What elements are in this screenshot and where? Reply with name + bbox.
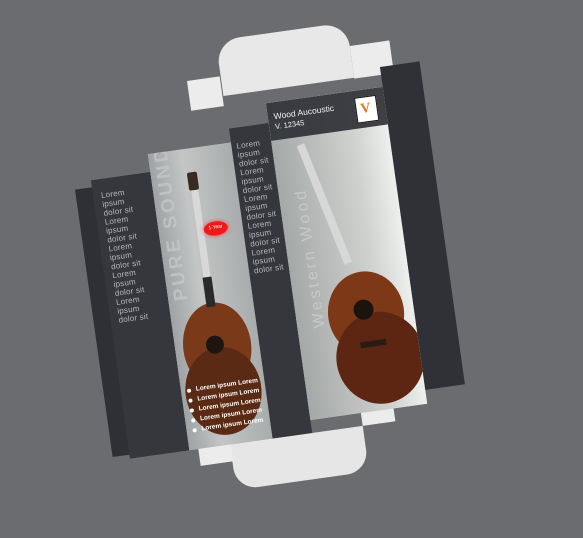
box-dieline: Lorem ipsum dolor sit Lorem ipsum dolor … (0, 0, 583, 538)
brand-logo: V (353, 94, 380, 124)
top-dust-flap-left (186, 76, 224, 111)
side-text-left: Lorem ipsum dolor sit Lorem ipsum dolor … (100, 187, 149, 325)
feature-bullet-list: Lorem ipsum Lorem Lorem ipsum Lorem Lore… (186, 376, 264, 435)
sticker-label: 1 Year (208, 223, 224, 232)
packaging-scene: Lorem ipsum dolor sit Lorem ipsum dolor … (0, 0, 583, 499)
logo-letter: V (359, 100, 372, 118)
top-tuck-flap (215, 22, 355, 97)
